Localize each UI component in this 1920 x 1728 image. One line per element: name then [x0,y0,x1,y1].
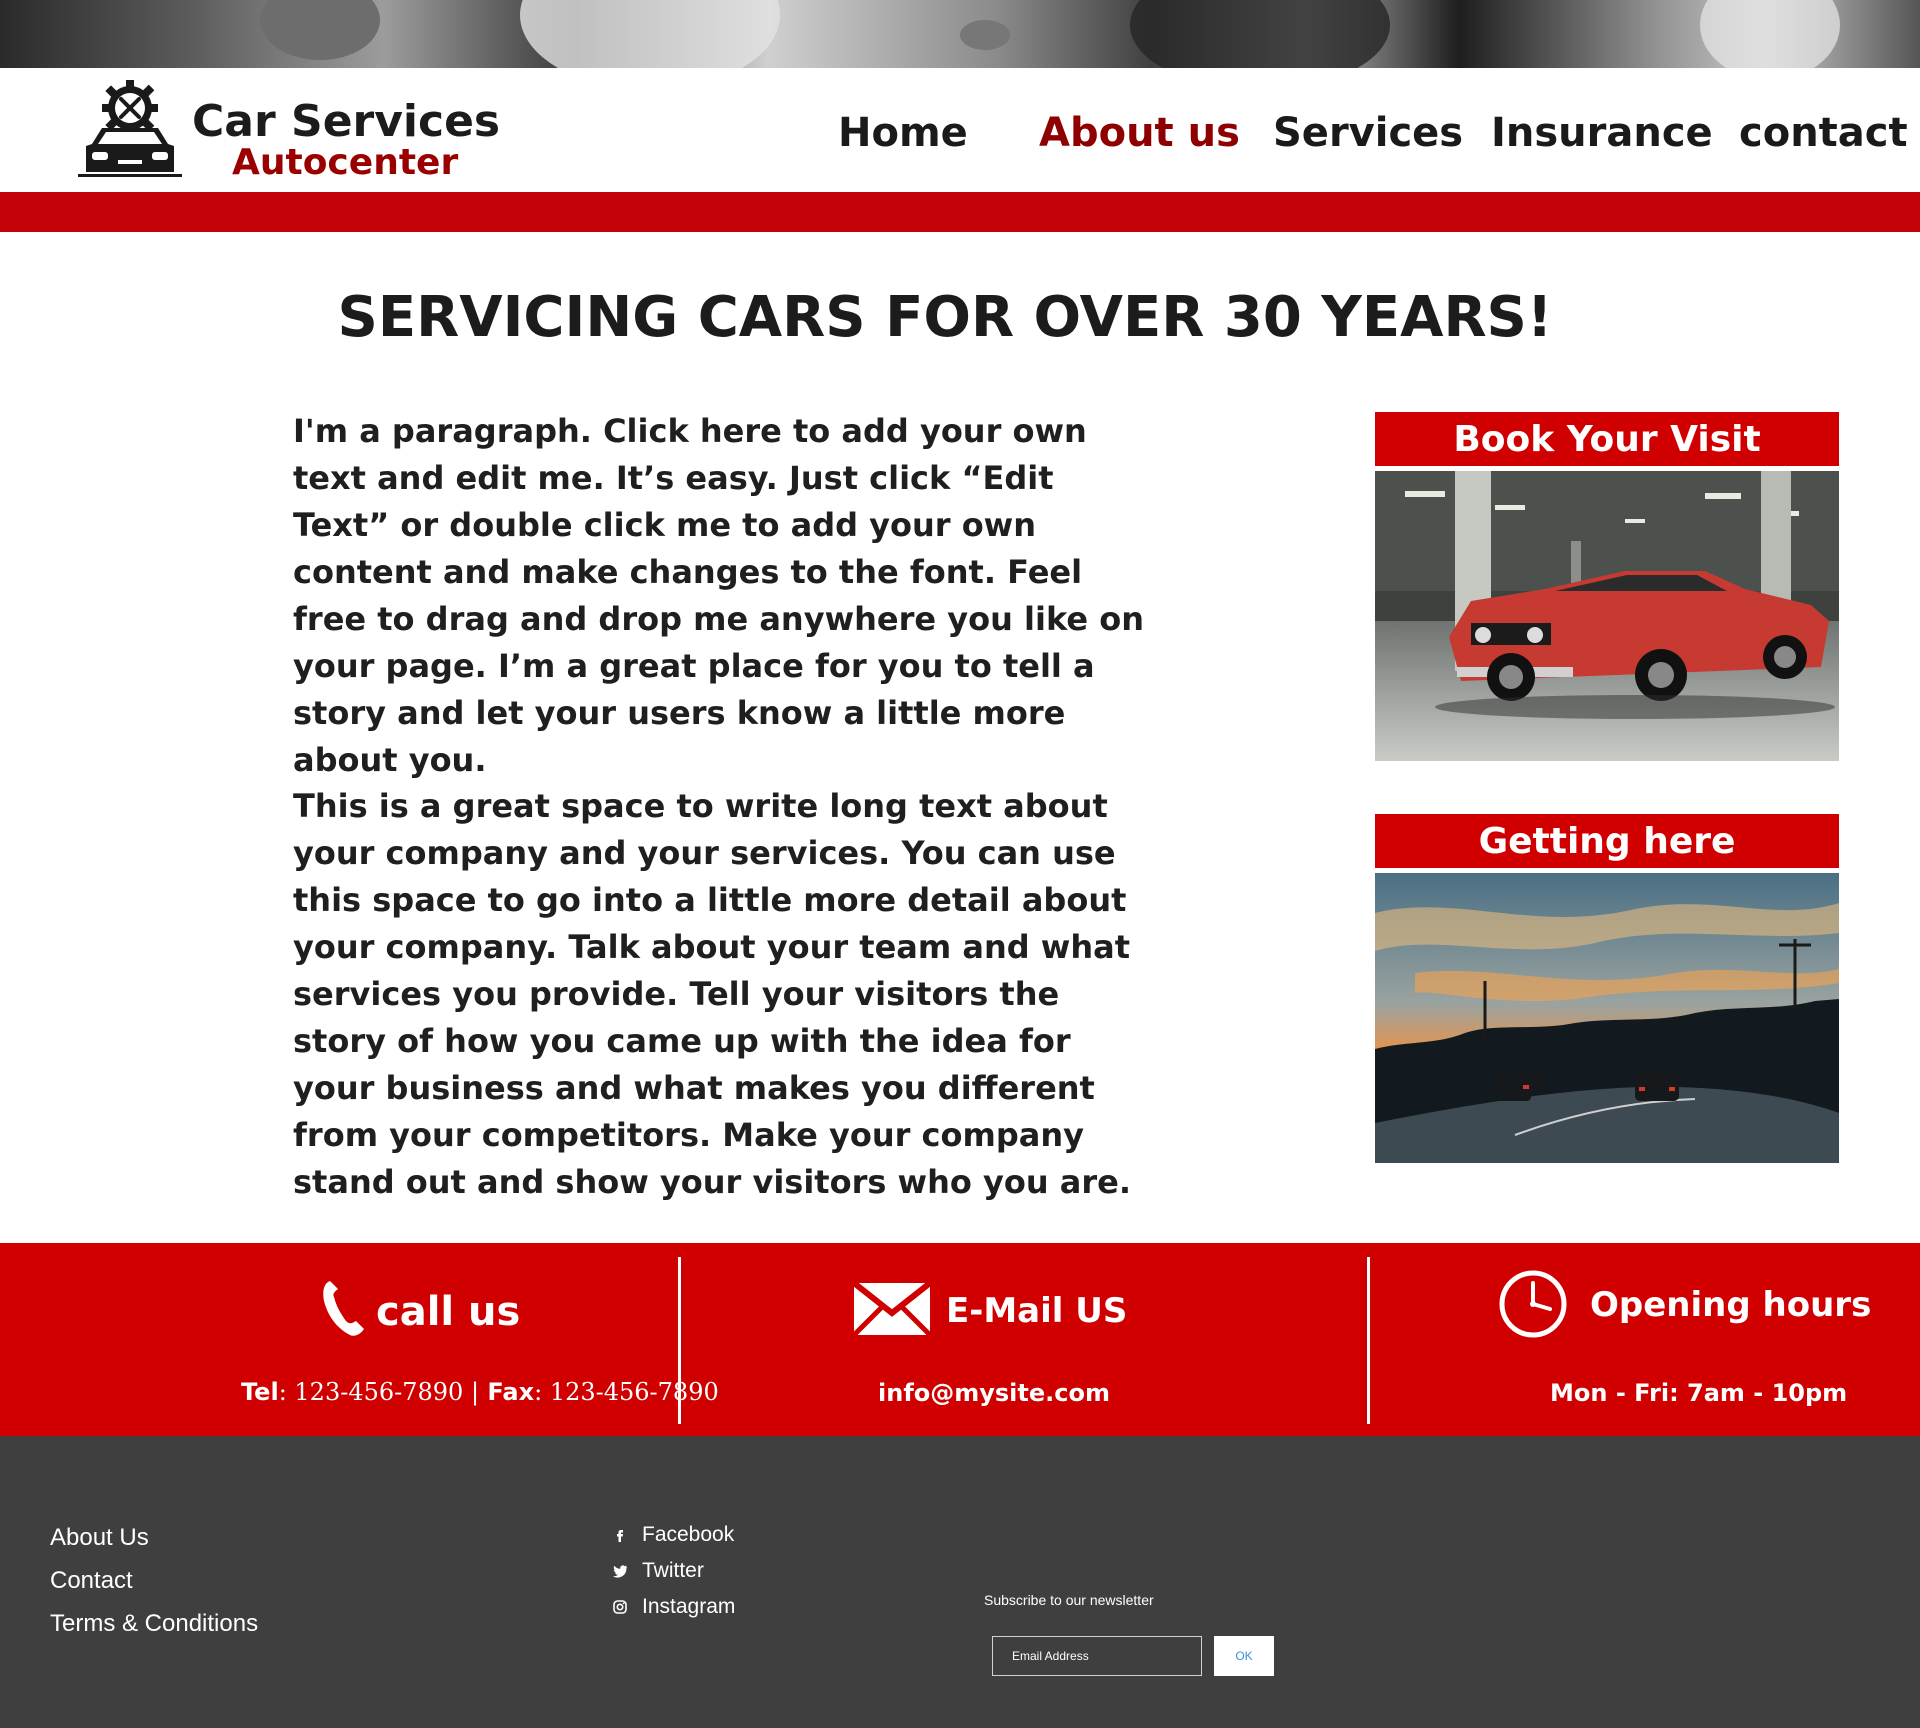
fax-number: 123-456-7890 [549,1378,719,1406]
hours-time: 7am - 10pm [1687,1379,1848,1407]
envelope-icon [852,1281,932,1337]
highway-sunset-image[interactable] [1375,873,1839,1163]
facebook-icon[interactable] [612,1527,628,1543]
opening-hours-text: Mon - Fri: 7am - 10pm [1550,1379,1848,1407]
phone-icon [323,1281,364,1336]
hours-days: Mon - Fri [1550,1379,1670,1407]
newsletter-email-input[interactable] [992,1636,1202,1676]
social-facebook[interactable]: Facebook [642,1523,734,1547]
nav-insurance[interactable]: Insurance [1491,110,1713,156]
nav-contact[interactable]: contact [1739,110,1908,156]
site-footer: About Us Contact Terms & Conditions Face… [0,1436,1920,1728]
hero-image-strip [0,0,1920,68]
newsletter-submit-button[interactable]: OK [1214,1636,1274,1676]
social-instagram[interactable]: Instagram [642,1595,735,1619]
clock-icon [1499,1270,1567,1338]
phone-fax-text[interactable]: Tel: 123-456-7890 | Fax: 123-456-7890 [241,1378,719,1406]
footer-link-contact[interactable]: Contact [50,1567,133,1595]
call-us-title: call us [376,1289,521,1335]
nav-about-us[interactable]: About us [1039,110,1240,156]
about-paragraph-1: I'm a paragraph. Click here to add your … [293,412,1144,779]
footer-link-terms[interactable]: Terms & Conditions [50,1610,258,1638]
contact-band: call us Tel: 123-456-7890 | Fax: 123-456… [0,1243,1920,1436]
email-us-title: E-Mail US [946,1291,1128,1331]
getting-here-card: Getting here [1375,814,1839,1163]
email-address[interactable]: info@mysite.com [878,1379,1110,1407]
footer-link-about-us[interactable]: About Us [50,1524,149,1552]
fax-label: Fax [487,1378,535,1406]
header-accent-band [0,192,1920,232]
about-paragraph-2: This is a great space to write long text… [293,787,1132,1201]
red-car-image[interactable] [1375,471,1839,761]
tel-number: 123-456-7890 [294,1378,464,1406]
book-visit-card: Book Your Visit [1375,412,1839,761]
twitter-icon[interactable] [612,1563,628,1579]
nav-home[interactable]: Home [838,110,968,156]
tel-label: Tel [241,1378,279,1406]
nav-services[interactable]: Services [1273,110,1463,156]
newsletter-label: Subscribe to our newsletter [984,1592,1154,1608]
tel-separator: | [470,1378,480,1406]
page-title: SERVICING CARS FOR OVER 30 YEARS! [337,285,1553,350]
instagram-icon[interactable] [612,1599,628,1615]
book-visit-button[interactable]: Book Your Visit [1375,412,1839,466]
contact-divider [1367,1257,1370,1424]
site-header: Car Services Autocenter Home About us Se… [0,68,1920,192]
getting-here-button[interactable]: Getting here [1375,814,1839,868]
social-twitter[interactable]: Twitter [642,1559,704,1583]
opening-hours-title: Opening hours [1590,1285,1872,1325]
main-nav: Home About us Services Insurance contact [0,68,1920,192]
